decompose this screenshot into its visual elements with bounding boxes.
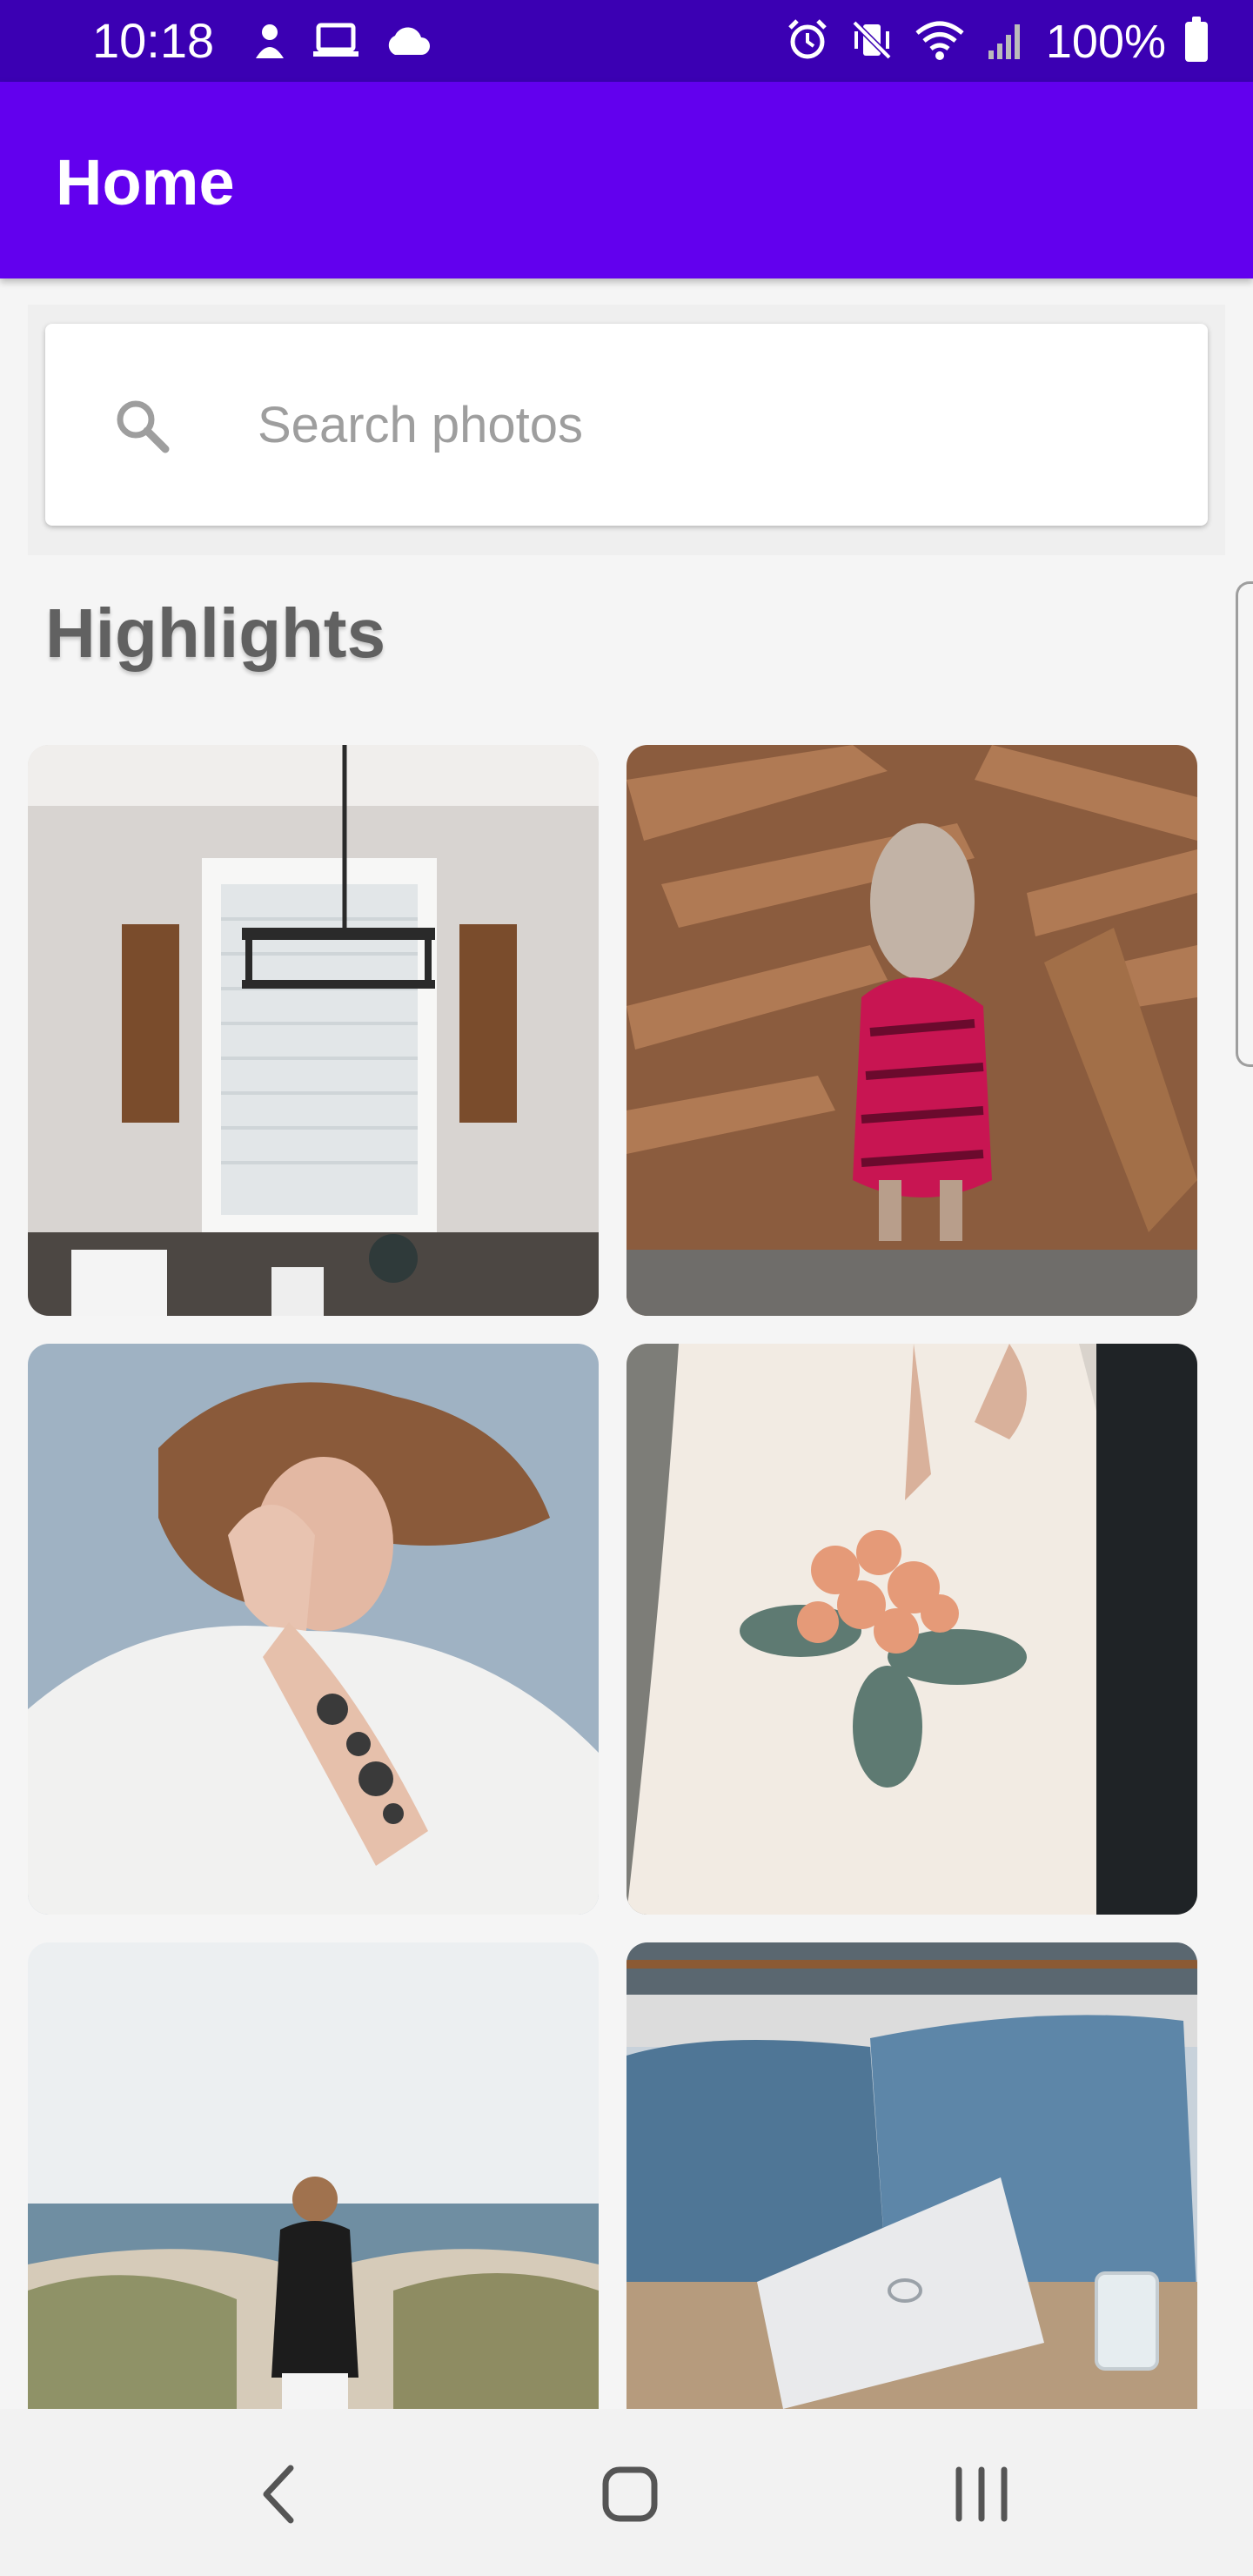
battery-full-icon	[1185, 17, 1208, 62]
photo-bride-bouquet[interactable]	[626, 1344, 1197, 1915]
wifi-icon	[914, 17, 966, 67]
status-right-icons: 100%	[785, 16, 1208, 68]
photo-dog-sweater[interactable]	[626, 745, 1197, 1316]
back-icon[interactable]	[228, 2442, 332, 2546]
photo-windblown-hair[interactable]	[28, 1344, 599, 1915]
photo-dining-room[interactable]	[28, 745, 599, 1316]
photo-laptop[interactable]	[626, 1942, 1197, 2409]
notification-icon	[251, 20, 289, 66]
recent-apps-icon[interactable]	[929, 2442, 1034, 2546]
vibrate-mute-icon	[849, 17, 895, 67]
status-bar: 10:18 100%	[0, 0, 1253, 82]
search-icon	[108, 392, 178, 461]
app-bar: Home	[0, 82, 1253, 278]
system-nav-bar	[0, 2409, 1253, 2576]
highlights-heading: Highlights	[45, 594, 386, 672]
signal-icon	[985, 17, 1027, 67]
alarm-icon	[785, 17, 830, 67]
laptop-icon	[312, 22, 360, 64]
status-left-icons	[251, 19, 432, 66]
search-placeholder: Search photos	[258, 397, 584, 453]
scroll-indicator[interactable]	[1236, 581, 1253, 1067]
photo-man-beach[interactable]	[28, 1942, 599, 2409]
battery-percent: 100%	[1045, 16, 1166, 68]
home-icon[interactable]	[578, 2442, 682, 2546]
cloud-icon	[383, 23, 432, 63]
status-time: 10:18	[92, 13, 215, 68]
page-title: Home	[56, 146, 235, 218]
search-input[interactable]: Search photos	[45, 324, 1208, 526]
